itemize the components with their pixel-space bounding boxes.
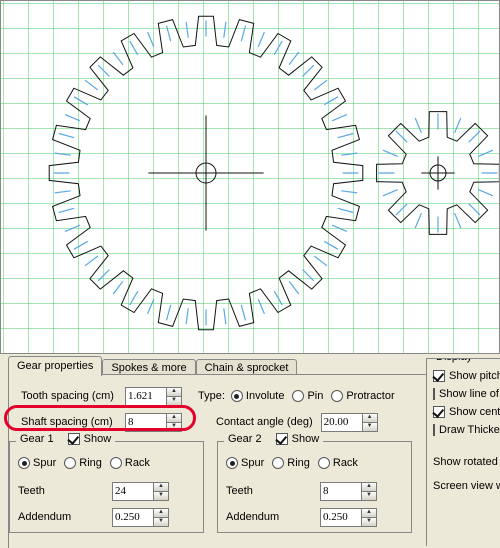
display-title: Display bbox=[433, 358, 475, 363]
tab-strip: Gear properties Spokes & more Chain & sp… bbox=[8, 356, 297, 375]
gear1-show-label: Show bbox=[84, 433, 112, 445]
gear1-addendum-label: Addendum bbox=[18, 511, 112, 523]
spin-down-icon[interactable]: ▼ bbox=[361, 518, 376, 526]
spin-down-icon[interactable]: ▼ bbox=[362, 423, 377, 431]
gear1-addendum-input[interactable]: ▲▼ bbox=[112, 508, 169, 527]
gear2-show-checkbox[interactable] bbox=[276, 433, 288, 445]
display-viewwidth-label: Screen view width bbox=[433, 477, 500, 495]
display-item: Show line of c bbox=[433, 385, 500, 403]
spin-down-icon[interactable]: ▼ bbox=[153, 518, 168, 526]
gear1-group: Gear 1 Show Spur Ring Rack Teeth ▲▼ Adde bbox=[9, 441, 204, 533]
gear2-teeth-label: Teeth bbox=[226, 485, 320, 497]
gear2-spur[interactable]: Spur bbox=[226, 457, 264, 469]
gear2-addendum-field[interactable] bbox=[321, 509, 361, 526]
display-item-label: Show center bbox=[449, 406, 500, 418]
contact-angle-input[interactable]: ▲▼ bbox=[321, 413, 378, 432]
gear1-teeth-field[interactable] bbox=[113, 483, 153, 500]
gear1-addendum-field[interactable] bbox=[113, 509, 153, 526]
gear1-rack[interactable]: Rack bbox=[110, 457, 150, 469]
type-radio-set: Involute Pin Protractor bbox=[231, 390, 403, 402]
contact-angle-label: Contact angle (deg) bbox=[216, 416, 313, 428]
display-checkbox[interactable] bbox=[433, 370, 445, 382]
gear2-drawing bbox=[1, 1, 500, 354]
shaft-spacing-field[interactable] bbox=[126, 414, 166, 431]
gear2-addendum-label: Addendum bbox=[226, 511, 320, 523]
gear1-ring[interactable]: Ring bbox=[64, 457, 102, 469]
tooth-spacing-label: Tooth spacing (cm) bbox=[21, 390, 125, 402]
spin-down-icon[interactable]: ▼ bbox=[361, 492, 376, 500]
type-involute[interactable]: Involute bbox=[231, 390, 285, 402]
spin-down-icon[interactable]: ▼ bbox=[166, 397, 181, 405]
display-checkbox[interactable] bbox=[433, 424, 435, 436]
display-checkbox[interactable] bbox=[433, 388, 435, 400]
gear2-ring[interactable]: Ring bbox=[272, 457, 310, 469]
type-protractor[interactable]: Protractor bbox=[331, 390, 394, 402]
display-item-label: Show pitch d bbox=[449, 370, 500, 382]
display-panel: Display Show pitch d Show line of c Show c… bbox=[426, 358, 500, 546]
spin-up-icon[interactable]: ▲ bbox=[361, 509, 376, 518]
spin-up-icon[interactable]: ▲ bbox=[361, 483, 376, 492]
gear1-spur[interactable]: Spur bbox=[18, 457, 56, 469]
spin-up-icon[interactable]: ▲ bbox=[166, 414, 181, 423]
display-item: Draw Thicker bbox=[433, 421, 500, 439]
tab-gear-properties[interactable]: Gear properties bbox=[8, 356, 102, 376]
gear2-addendum-input[interactable]: ▲▼ bbox=[320, 508, 377, 527]
tooth-spacing-input[interactable]: ▲▼ bbox=[125, 387, 182, 406]
type-label: Type: bbox=[198, 390, 225, 402]
gear1-teeth-input[interactable]: ▲▼ bbox=[112, 482, 169, 501]
tooth-spacing-field[interactable] bbox=[126, 388, 166, 405]
type-pin[interactable]: Pin bbox=[292, 390, 323, 402]
gear2-teeth-input[interactable]: ▲▼ bbox=[320, 482, 377, 501]
gear2-title: Gear 2 bbox=[228, 433, 262, 445]
display-item: Show center bbox=[433, 403, 500, 421]
display-checkbox[interactable] bbox=[433, 406, 445, 418]
gear2-show-label: Show bbox=[292, 433, 320, 445]
contact-angle-field[interactable] bbox=[322, 414, 362, 431]
display-rotated-label: Show rotated (% o bbox=[433, 453, 500, 471]
gear1-title: Gear 1 bbox=[20, 433, 54, 445]
spin-up-icon[interactable]: ▲ bbox=[153, 483, 168, 492]
spin-down-icon[interactable]: ▼ bbox=[153, 492, 168, 500]
gear1-teeth-label: Teeth bbox=[18, 485, 112, 497]
gear2-teeth-field[interactable] bbox=[321, 483, 361, 500]
shaft-spacing-input[interactable]: ▲▼ bbox=[125, 413, 182, 432]
spin-up-icon[interactable]: ▲ bbox=[166, 388, 181, 397]
spin-up-icon[interactable]: ▲ bbox=[153, 509, 168, 518]
display-item-label: Show line of c bbox=[439, 388, 500, 400]
shaft-spacing-label: Shaft spacing (cm) bbox=[21, 416, 125, 428]
spin-down-icon[interactable]: ▼ bbox=[166, 423, 181, 431]
display-item-label: Draw Thicker bbox=[439, 424, 500, 436]
gear-canvas bbox=[0, 0, 500, 354]
spin-up-icon[interactable]: ▲ bbox=[362, 414, 377, 423]
gear2-group: Gear 2 Show Spur Ring Rack Teeth ▲▼ Adde bbox=[217, 441, 412, 533]
form-area: Gear properties Spokes & more Chain & sp… bbox=[0, 354, 500, 548]
gear2-rack[interactable]: Rack bbox=[318, 457, 358, 469]
gear1-show-checkbox[interactable] bbox=[68, 433, 80, 445]
display-item: Show pitch d bbox=[433, 367, 500, 385]
